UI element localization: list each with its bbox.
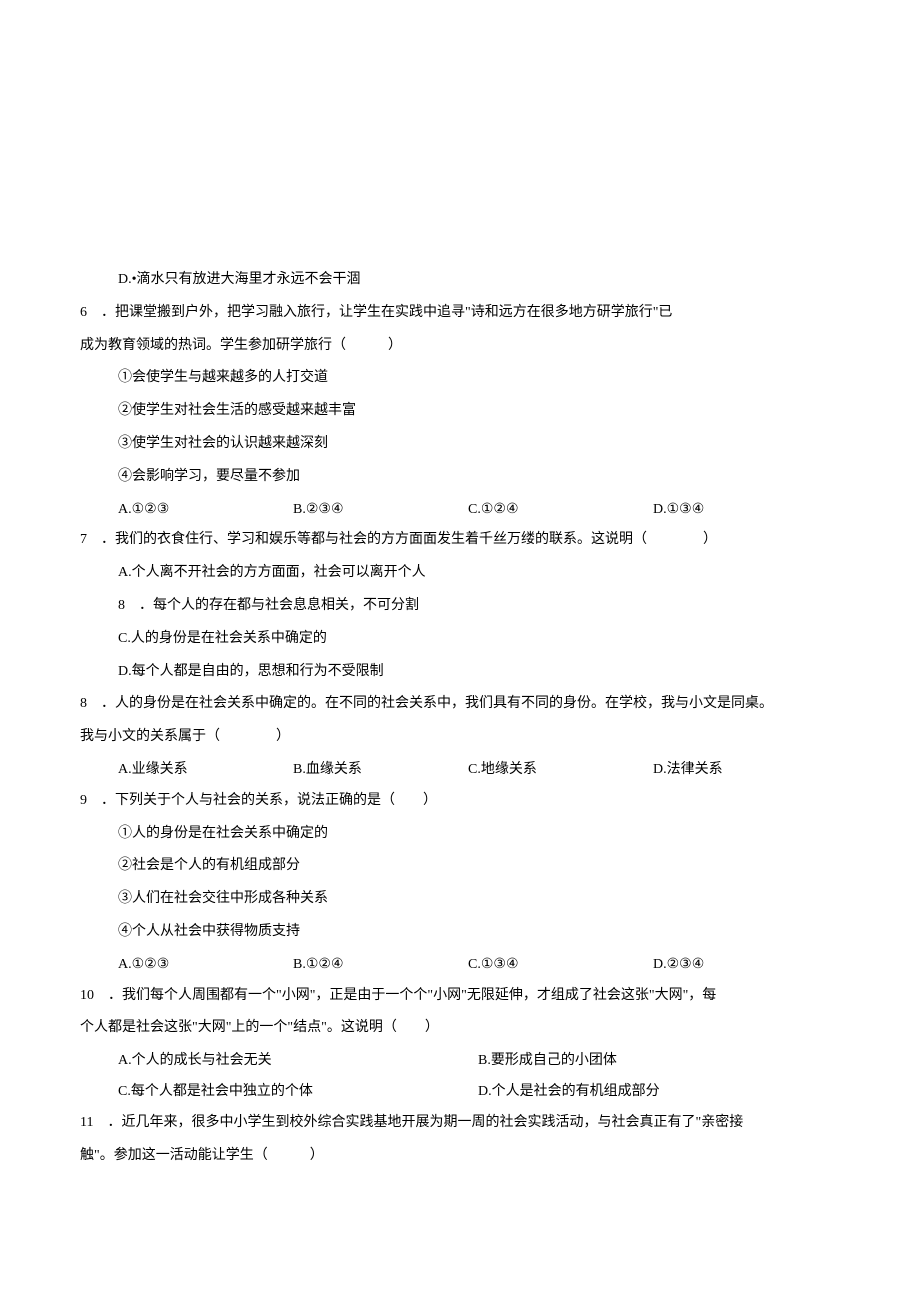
- q8-option-b: B.血缘关系: [293, 755, 468, 786]
- q6-option-d: D.①③④: [653, 495, 840, 526]
- q11-stem-line2: 触"。参加这一活动能让学生（ ）: [80, 1141, 840, 1172]
- q10-options-row2: C.每个人都是社会中独立的个体 D.个人是社会的有机组成部分: [80, 1077, 840, 1108]
- q11-stem-line1: 11 ．近几年来，很多中小学生到校外综合实践基地开展为期一周的社会实践活动，与社…: [80, 1108, 840, 1139]
- q8-option-a: A.业缘关系: [118, 755, 293, 786]
- q9-statement-4: ④个人从社会中获得物质支持: [80, 917, 840, 948]
- q9-option-a: A.①②③: [118, 950, 293, 981]
- q9-option-c: C.①③④: [468, 950, 653, 981]
- q8-stem-line2: 我与小文的关系属于（ ）: [80, 722, 840, 753]
- q7-number: 7: [80, 532, 87, 547]
- q10-stem-line2: 个人都是社会这张"大网"上的一个"结点"。这说明（ ）: [80, 1013, 840, 1044]
- q9-option-b: B.①②④: [293, 950, 468, 981]
- q6-statement-1: ①会使学生与越来越多的人打交道: [80, 363, 840, 394]
- q10-stem-line1: 10 ．我们每个人周围都有一个"小网"，正是由于一个个"小网"无限延伸，才组成了…: [80, 981, 840, 1012]
- q10-option-c: C.每个人都是社会中独立的个体: [118, 1077, 478, 1108]
- q6-option-c: C.①②④: [468, 495, 653, 526]
- q9-options: A.①②③ B.①②④ C.①③④ D.②③④: [80, 950, 840, 981]
- q6-statement-4: ④会影响学习，要尽量不参加: [80, 462, 840, 493]
- q6-option-a: A.①②③: [118, 495, 293, 526]
- q10-option-b: B.要形成自己的小团体: [478, 1046, 840, 1077]
- q6-number: 6: [80, 305, 87, 320]
- q10-number: 10: [80, 988, 94, 1003]
- q8-stem-line1: 8 ．人的身份是在社会关系中确定的。在不同的社会关系中，我们具有不同的身份。在学…: [80, 689, 840, 720]
- q9-option-d: D.②③④: [653, 950, 840, 981]
- q6-stem-line2: 成为教育领域的热词。学生参加研学旅行（ ）: [80, 331, 840, 362]
- q10-option-a: A.个人的成长与社会无关: [118, 1046, 478, 1077]
- q6-statement-3: ③使学生对社会的认识越来越深刻: [80, 429, 840, 460]
- q10-option-d: D.个人是社会的有机组成部分: [478, 1077, 840, 1108]
- q6-stem-line1: 6 ．把课堂搬到户外，把学习融入旅行，让学生在实践中追寻"诗和远方在很多地方研学…: [80, 298, 840, 329]
- q9-number: 9: [80, 793, 87, 808]
- q8-option-c: C.地缘关系: [468, 755, 653, 786]
- q9-statement-1: ①人的身份是在社会关系中确定的: [80, 819, 840, 850]
- q9-statement-2: ②社会是个人的有机组成部分: [80, 851, 840, 882]
- q9-statement-3: ③人们在社会交往中形成各种关系: [80, 884, 840, 915]
- q7-stem: 7 ．我们的衣食住行、学习和娱乐等都与社会的方方面面发生着千丝万缕的联系。这说明…: [80, 525, 840, 556]
- q10-options-row1: A.个人的成长与社会无关 B.要形成自己的小团体: [80, 1046, 840, 1077]
- q7-option-c: C.人的身份是在社会关系中确定的: [80, 624, 840, 655]
- q6-option-b: B.②③④: [293, 495, 468, 526]
- q6-options: A.①②③ B.②③④ C.①②④ D.①③④: [80, 495, 840, 526]
- q8-options: A.业缘关系 B.血缘关系 C.地缘关系 D.法律关系: [80, 755, 840, 786]
- q7-option-d: D.每个人都是自由的，思想和行为不受限制: [80, 657, 840, 688]
- q7-option-a: A.个人离不开社会的方方面面，社会可以离开个人: [80, 558, 840, 589]
- q8-option-d: D.法律关系: [653, 755, 840, 786]
- q6-statement-2: ②使学生对社会生活的感受越来越丰富: [80, 396, 840, 427]
- q8-number: 8: [80, 696, 87, 711]
- q7-option-b: 8 ．每个人的存在都与社会息息相关，不可分割: [80, 591, 840, 622]
- q9-stem: 9 ．下列关于个人与社会的关系，说法正确的是（ ）: [80, 786, 840, 817]
- q11-number: 11: [80, 1115, 93, 1130]
- q5-option-d: D.•滴水只有放进大海里才永远不会干涸: [80, 265, 840, 296]
